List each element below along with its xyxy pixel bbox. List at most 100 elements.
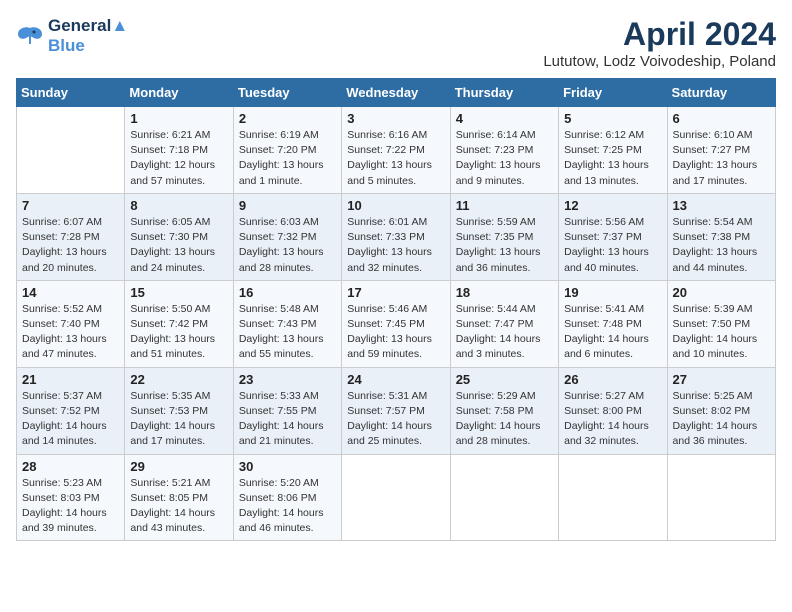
calendar-cell: 27Sunrise: 5:25 AMSunset: 8:02 PMDayligh… [667,367,775,454]
calendar-cell: 1 Sunrise: 6:21 AMSunset: 7:18 PMDaylight… [125,107,233,194]
calendar-week-5: 28 Sunrise: 5:23 AMSunset: 8:03 PMDayligh… [17,454,776,541]
day-info: Sunrise: 5:35 AMSunset: 7:53 PMDaylight:… [130,389,227,450]
day-info: Sunrise: 6:07 AMSunset: 7:28 PMDaylight:… [22,215,119,276]
header-cell-monday: Monday [125,79,233,107]
calendar-cell: 18Sunrise: 5:44 AMSunset: 7:47 PMDayligh… [450,280,558,367]
calendar-week-1: 1 Sunrise: 6:21 AMSunset: 7:18 PMDaylight… [17,107,776,194]
day-number: 4 [456,111,553,126]
day-info: Sunrise: 5:50 AMSunset: 7:42 PMDaylight:… [130,302,227,363]
location-subtitle: Lututow, Lodz Voivodeship, Poland [543,53,776,70]
day-info: Sunrise: 5:52 AMSunset: 7:40 PMDaylight:… [22,302,119,363]
day-number: 3 [347,111,444,126]
calendar-cell: 7 Sunrise: 6:07 AMSunset: 7:28 PMDaylight… [17,193,125,280]
day-number: 16 [239,285,336,300]
day-number: 15 [130,285,227,300]
calendar-cell: 5 Sunrise: 6:12 AMSunset: 7:25 PMDaylight… [559,107,667,194]
day-info: Sunrise: 6:12 AMSunset: 7:25 PMDaylight:… [564,128,661,189]
day-number: 2 [239,111,336,126]
calendar-cell: 20Sunrise: 5:39 AMSunset: 7:50 PMDayligh… [667,280,775,367]
logo: General▲ Blue [16,16,128,56]
day-number: 7 [22,198,119,213]
day-info: Sunrise: 6:05 AMSunset: 7:30 PMDaylight:… [130,215,227,276]
calendar-cell: 8 Sunrise: 6:05 AMSunset: 7:30 PMDaylight… [125,193,233,280]
day-info: Sunrise: 5:29 AMSunset: 7:58 PMDaylight:… [456,389,553,450]
day-info: Sunrise: 6:14 AMSunset: 7:23 PMDaylight:… [456,128,553,189]
header: General▲ Blue April 2024 Lututow, Lodz V… [16,16,776,70]
day-info: Sunrise: 6:01 AMSunset: 7:33 PMDaylight:… [347,215,444,276]
calendar-cell: 25 Sunrise: 5:29 AMSunset: 7:58 PMDayligh… [450,367,558,454]
header-cell-wednesday: Wednesday [342,79,450,107]
day-number: 17 [347,285,444,300]
calendar-cell: 23Sunrise: 5:33 AMSunset: 7:55 PMDayligh… [233,367,341,454]
day-info: Sunrise: 5:59 AMSunset: 7:35 PMDaylight:… [456,215,553,276]
day-number: 19 [564,285,661,300]
calendar-cell: 4 Sunrise: 6:14 AMSunset: 7:23 PMDaylight… [450,107,558,194]
day-number: 10 [347,198,444,213]
calendar-cell: 2 Sunrise: 6:19 AMSunset: 7:20 PMDaylight… [233,107,341,194]
header-cell-thursday: Thursday [450,79,558,107]
calendar-week-4: 21 Sunrise: 5:37 AMSunset: 7:52 PMDayligh… [17,367,776,454]
header-cell-sunday: Sunday [17,79,125,107]
day-number: 12 [564,198,661,213]
calendar-table: SundayMondayTuesdayWednesdayThursdayFrid… [16,78,776,541]
calendar-cell [450,454,558,541]
day-number: 28 [22,459,119,474]
calendar-cell: 10 Sunrise: 6:01 AMSunset: 7:33 PMDayligh… [342,193,450,280]
day-number: 24 [347,372,444,387]
calendar-cell [17,107,125,194]
day-info: Sunrise: 6:16 AMSunset: 7:22 PMDaylight:… [347,128,444,189]
day-info: Sunrise: 5:46 AMSunset: 7:45 PMDaylight:… [347,302,444,363]
day-number: 27 [673,372,770,387]
day-info: Sunrise: 6:03 AMSunset: 7:32 PMDaylight:… [239,215,336,276]
day-number: 21 [22,372,119,387]
day-info: Sunrise: 5:23 AMSunset: 8:03 PMDaylight:… [22,476,119,537]
header-cell-friday: Friday [559,79,667,107]
day-number: 1 [130,111,227,126]
calendar-cell: 17 Sunrise: 5:46 AMSunset: 7:45 PMDayligh… [342,280,450,367]
calendar-cell: 16 Sunrise: 5:48 AMSunset: 7:43 PMDayligh… [233,280,341,367]
day-info: Sunrise: 5:54 AMSunset: 7:38 PMDaylight:… [673,215,770,276]
calendar-cell [342,454,450,541]
day-number: 22 [130,372,227,387]
calendar-cell: 3 Sunrise: 6:16 AMSunset: 7:22 PMDaylight… [342,107,450,194]
calendar-cell: 22 Sunrise: 5:35 AMSunset: 7:53 PMDayligh… [125,367,233,454]
day-number: 14 [22,285,119,300]
day-info: Sunrise: 5:27 AMSunset: 8:00 PMDaylight:… [564,389,661,450]
day-info: Sunrise: 5:31 AMSunset: 7:57 PMDaylight:… [347,389,444,450]
header-cell-tuesday: Tuesday [233,79,341,107]
day-info: Sunrise: 6:21 AMSunset: 7:18 PMDaylight:… [130,128,227,189]
calendar-body: 1 Sunrise: 6:21 AMSunset: 7:18 PMDaylight… [17,107,776,541]
day-number: 30 [239,459,336,474]
month-title: April 2024 [543,16,776,53]
calendar-cell: 13 Sunrise: 5:54 AMSunset: 7:38 PMDayligh… [667,193,775,280]
day-info: Sunrise: 5:37 AMSunset: 7:52 PMDaylight:… [22,389,119,450]
day-number: 25 [456,372,553,387]
calendar-cell: 28 Sunrise: 5:23 AMSunset: 8:03 PMDayligh… [17,454,125,541]
logo-text: General▲ Blue [48,16,128,56]
day-number: 5 [564,111,661,126]
calendar-cell: 24 Sunrise: 5:31 AMSunset: 7:57 PMDayligh… [342,367,450,454]
calendar-cell [667,454,775,541]
day-number: 13 [673,198,770,213]
calendar-cell: 19 Sunrise: 5:41 AMSunset: 7:48 PMDayligh… [559,280,667,367]
calendar-header-row: SundayMondayTuesdayWednesdayThursdayFrid… [17,79,776,107]
calendar-cell: 30 Sunrise: 5:20 AMSunset: 8:06 PMDayligh… [233,454,341,541]
day-info: Sunrise: 5:48 AMSunset: 7:43 PMDaylight:… [239,302,336,363]
day-number: 9 [239,198,336,213]
day-number: 8 [130,198,227,213]
calendar-cell: 21 Sunrise: 5:37 AMSunset: 7:52 PMDayligh… [17,367,125,454]
title-area: April 2024 Lututow, Lodz Voivodeship, Po… [543,16,776,70]
header-cell-saturday: Saturday [667,79,775,107]
day-info: Sunrise: 5:39 AMSunset: 7:50 PMDaylight:… [673,302,770,363]
calendar-cell: 14 Sunrise: 5:52 AMSunset: 7:40 PMDayligh… [17,280,125,367]
calendar-cell: 9 Sunrise: 6:03 AMSunset: 7:32 PMDaylight… [233,193,341,280]
day-info: Sunrise: 5:41 AMSunset: 7:48 PMDaylight:… [564,302,661,363]
calendar-cell: 15 Sunrise: 5:50 AMSunset: 7:42 PMDayligh… [125,280,233,367]
day-info: Sunrise: 6:19 AMSunset: 7:20 PMDaylight:… [239,128,336,189]
calendar-cell: 26Sunrise: 5:27 AMSunset: 8:00 PMDayligh… [559,367,667,454]
day-number: 6 [673,111,770,126]
day-info: Sunrise: 5:20 AMSunset: 8:06 PMDaylight:… [239,476,336,537]
day-info: Sunrise: 5:56 AMSunset: 7:37 PMDaylight:… [564,215,661,276]
day-number: 29 [130,459,227,474]
calendar-cell [559,454,667,541]
